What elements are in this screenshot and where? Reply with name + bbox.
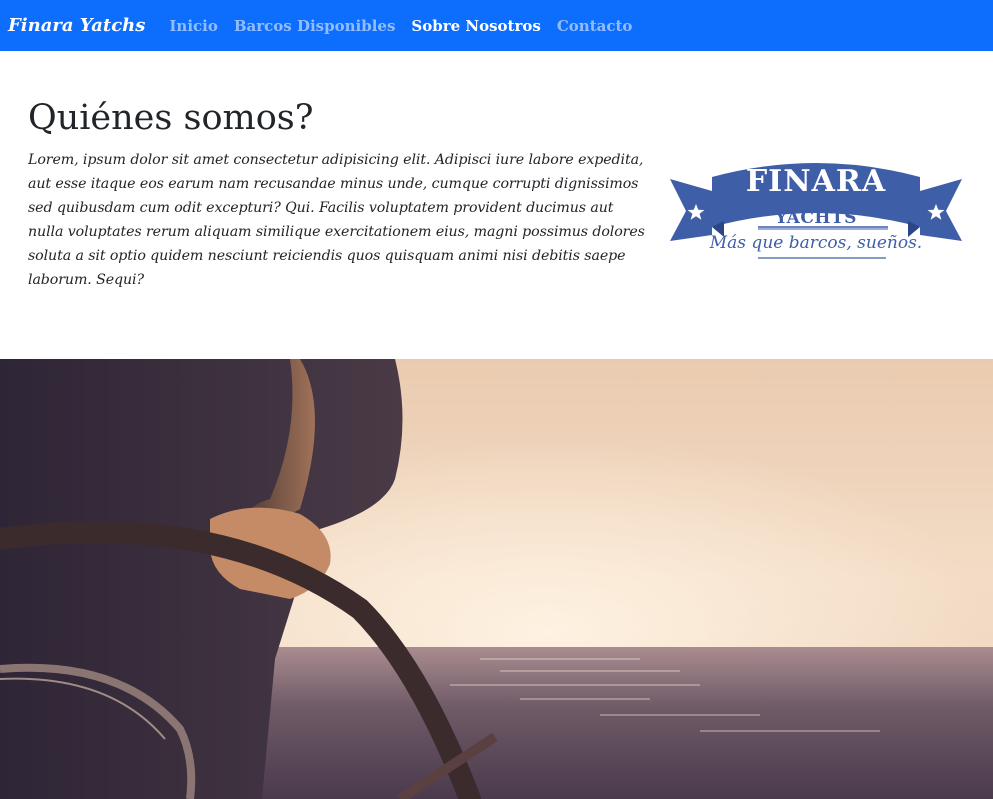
about-paragraph: Lorem, ipsum dolor sit amet consectetur … (28, 151, 645, 288)
nav-link-sobre-nosotros[interactable]: Sobre Nosotros (411, 17, 540, 35)
nav-link-barcos-disponibles[interactable]: Barcos Disponibles (234, 17, 396, 35)
svg-text:Más que barcos, sueños.: Más que barcos, sueños. (709, 233, 922, 253)
svg-text:FINARA: FINARA (746, 164, 886, 199)
about-section: Quiénes somos? Lorem, ipsum dolor sit am… (0, 51, 993, 359)
nav-link-inicio[interactable]: Inicio (169, 17, 217, 35)
nav-link-contacto[interactable]: Contacto (557, 17, 633, 35)
hero-image (0, 359, 993, 799)
about-text: Quiénes somos? Lorem, ipsum dolor sit am… (28, 99, 648, 292)
company-logo: FINARA YACHTS Más que barcos, sueños. (666, 155, 966, 283)
svg-text:YACHTS: YACHTS (774, 208, 857, 228)
navbar-brand[interactable]: Finara Yatchs (8, 15, 145, 36)
about-title: Quiénes somos? (28, 98, 314, 138)
nav-links: Inicio Barcos Disponibles Sobre Nosotros… (169, 17, 632, 35)
navbar: Finara Yatchs Inicio Barcos Disponibles … (0, 0, 993, 51)
